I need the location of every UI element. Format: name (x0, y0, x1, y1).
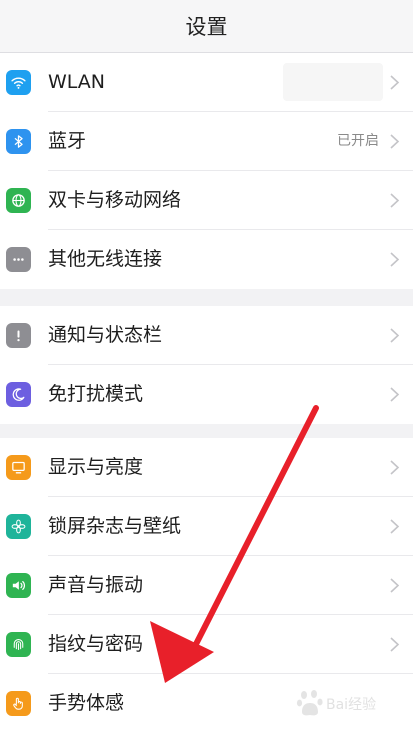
hand-icon (6, 691, 31, 716)
settings-item-label: WLAN (48, 71, 106, 93)
chevron-right-icon (390, 134, 400, 149)
settings-item-sound[interactable]: 声音与振动 (0, 556, 413, 615)
chevron-right-icon (390, 193, 400, 208)
settings-item-label: 显示与亮度 (48, 456, 144, 478)
wifi-icon (6, 70, 31, 95)
chevron-right-icon (390, 387, 400, 402)
settings-item-other-wireless[interactable]: 其他无线连接 (0, 230, 413, 289)
monitor-icon (6, 455, 31, 480)
settings-group-connectivity: WLAN 蓝牙 已开启 双卡与移动网络 其他无线连接 (0, 53, 413, 289)
more-dots-icon (6, 247, 31, 272)
baidu-jingyan-watermark: Bai经验 (296, 686, 411, 722)
settings-item-wlan[interactable]: WLAN (0, 53, 413, 112)
chevron-right-icon (390, 519, 400, 534)
chevron-right-icon (390, 460, 400, 475)
page-title: 设置 (185, 15, 228, 39)
settings-item-label: 声音与振动 (48, 574, 144, 596)
chevron-right-icon (390, 252, 400, 267)
settings-item-label: 通知与状态栏 (48, 324, 163, 346)
settings-item-label: 其他无线连接 (48, 248, 163, 270)
moon-icon (6, 382, 31, 407)
settings-group-notifications: 通知与状态栏 免打扰模式 (0, 306, 413, 424)
title-bar: 设置 (0, 0, 413, 53)
chevron-right-icon (390, 75, 400, 90)
settings-item-label: 双卡与移动网络 (48, 189, 182, 211)
watermark-text: Bai经验 (326, 697, 377, 713)
fingerprint-icon (6, 632, 31, 657)
settings-item-label: 锁屏杂志与壁纸 (48, 515, 182, 537)
chevron-right-icon (390, 578, 400, 593)
settings-item-label: 蓝牙 (48, 130, 87, 152)
exclamation-icon (6, 323, 31, 348)
flower-icon (6, 514, 31, 539)
settings-item-bluetooth[interactable]: 蓝牙 已开启 (0, 112, 413, 171)
settings-item-label: 免打扰模式 (48, 383, 144, 405)
wlan-network-name-redacted (283, 63, 383, 101)
baidu-paw-logo (296, 690, 323, 716)
settings-item-fingerprint[interactable]: 指纹与密码 (0, 615, 413, 674)
settings-item-do-not-disturb[interactable]: 免打扰模式 (0, 365, 413, 424)
speaker-icon (6, 573, 31, 598)
settings-item-dual-sim[interactable]: 双卡与移动网络 (0, 171, 413, 230)
chevron-right-icon (390, 637, 400, 652)
settings-item-display[interactable]: 显示与亮度 (0, 438, 413, 497)
bluetooth-status: 已开启 (337, 133, 379, 149)
settings-item-lockscreen[interactable]: 锁屏杂志与壁纸 (0, 497, 413, 556)
bluetooth-icon (6, 129, 31, 154)
chevron-right-icon (390, 328, 400, 343)
settings-item-label: 手势体感 (48, 692, 125, 714)
settings-item-label: 指纹与密码 (48, 633, 144, 655)
globe-icon (6, 188, 31, 213)
settings-item-notifications[interactable]: 通知与状态栏 (0, 306, 413, 365)
